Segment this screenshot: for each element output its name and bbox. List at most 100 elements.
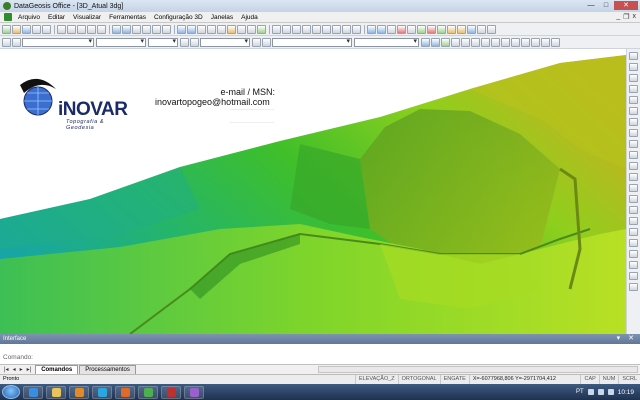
document-icon[interactable]: [4, 13, 12, 21]
image-icon[interactable]: [629, 283, 638, 291]
layer-previous-icon[interactable]: [190, 37, 199, 47]
volume-icon[interactable]: [597, 389, 604, 395]
array-icon[interactable]: [629, 107, 638, 115]
taskbar-media-player-icon[interactable]: [69, 385, 89, 399]
table-icon[interactable]: [177, 24, 186, 34]
menu-configuracao-3d[interactable]: Configuração 3D: [150, 14, 207, 21]
redo-icon[interactable]: [97, 24, 106, 34]
stretch-icon[interactable]: [629, 129, 638, 137]
move-icon[interactable]: [629, 52, 638, 60]
globe-icon[interactable]: [417, 24, 426, 34]
taskbar-autocad-icon[interactable]: [161, 385, 181, 399]
layer-state-icon[interactable]: [12, 37, 21, 47]
light-icon[interactable]: [531, 37, 540, 47]
last-tab-button[interactable]: ▸|: [27, 366, 32, 373]
cylinder-icon[interactable]: [501, 37, 510, 47]
offset-icon[interactable]: [629, 96, 638, 104]
dimension-icon[interactable]: [342, 24, 351, 34]
rectangle-icon[interactable]: [322, 24, 331, 34]
taskbar-skype-icon[interactable]: [92, 385, 112, 399]
view-front-icon[interactable]: [431, 37, 440, 47]
erase-icon[interactable]: [629, 206, 638, 214]
taskbar-file-explorer-icon[interactable]: [46, 385, 66, 399]
copy-object-icon[interactable]: [629, 63, 638, 71]
edit-text-icon[interactable]: [629, 239, 638, 247]
first-tab-button[interactable]: |◂: [4, 366, 9, 373]
doc-restore-button[interactable]: ❐: [623, 13, 629, 21]
menu-ajuda[interactable]: Ajuda: [237, 14, 262, 21]
match-properties-icon[interactable]: [180, 37, 189, 47]
tab-comandos[interactable]: Comandos: [35, 365, 79, 374]
survey-icon[interactable]: [457, 24, 466, 34]
undo-icon[interactable]: [87, 24, 96, 34]
new-file-icon[interactable]: [2, 24, 11, 34]
stop-icon[interactable]: [397, 24, 406, 34]
box-icon[interactable]: [481, 37, 490, 47]
close-button[interactable]: ✕: [614, 1, 638, 10]
linetype-select[interactable]: [148, 37, 178, 47]
measure-icon[interactable]: [352, 24, 361, 34]
print-icon[interactable]: [32, 24, 41, 34]
cone-icon[interactable]: [511, 37, 520, 47]
wireframe-icon[interactable]: [461, 37, 470, 47]
menu-ferramentas[interactable]: Ferramentas: [105, 14, 150, 21]
flag-icon[interactable]: [427, 24, 436, 34]
profile-icon[interactable]: [387, 24, 396, 34]
sphere-icon[interactable]: [491, 37, 500, 47]
open-folder-icon[interactable]: [12, 24, 21, 34]
report-icon[interactable]: [257, 24, 266, 34]
rotate-icon[interactable]: [629, 74, 638, 82]
status-elevation[interactable]: ELEVAÇÃO_Z: [354, 375, 398, 384]
pan-icon[interactable]: [152, 24, 161, 34]
orbit-icon[interactable]: [471, 37, 480, 47]
explode-icon[interactable]: [629, 195, 638, 203]
text-style-icon[interactable]: [252, 37, 261, 47]
copy-icon[interactable]: [67, 24, 76, 34]
trim-icon[interactable]: [629, 140, 638, 148]
gps-icon[interactable]: [447, 24, 456, 34]
export-icon[interactable]: [467, 24, 476, 34]
paste-icon[interactable]: [77, 24, 86, 34]
polyline-icon[interactable]: [292, 24, 301, 34]
language-indicator[interactable]: PT: [576, 389, 584, 395]
arc-icon[interactable]: [302, 24, 311, 34]
minimize-button[interactable]: —: [584, 1, 598, 10]
menu-arquivo[interactable]: Arquivo: [14, 14, 44, 21]
camera-icon[interactable]: [541, 37, 550, 47]
maximize-button[interactable]: □: [599, 1, 613, 10]
doc-close-button[interactable]: x: [633, 13, 637, 21]
status-snap[interactable]: ENGATE: [439, 375, 469, 384]
horizontal-scrollbar[interactable]: [318, 366, 638, 373]
cut-icon[interactable]: [57, 24, 66, 34]
view-iso-icon[interactable]: [441, 37, 450, 47]
circle-icon[interactable]: [312, 24, 321, 34]
surface-icon[interactable]: [377, 24, 386, 34]
break-icon[interactable]: [629, 162, 638, 170]
render-icon[interactable]: [521, 37, 530, 47]
hatch-icon[interactable]: [332, 24, 341, 34]
save-icon[interactable]: [22, 24, 31, 34]
help-icon[interactable]: [487, 24, 496, 34]
extend-icon[interactable]: [629, 151, 638, 159]
layers-icon[interactable]: [207, 24, 216, 34]
fillet-icon[interactable]: [629, 184, 638, 192]
layer-select[interactable]: [22, 37, 94, 47]
dim-style-icon[interactable]: [262, 37, 271, 47]
list-icon[interactable]: [197, 24, 206, 34]
command-area[interactable]: Comando:: [0, 344, 640, 365]
text-icon[interactable]: [272, 24, 281, 34]
edit-polyline-icon[interactable]: [629, 228, 638, 236]
mirror-icon[interactable]: [629, 85, 638, 93]
join-icon[interactable]: [629, 217, 638, 225]
layer-manager-icon[interactable]: [2, 37, 11, 47]
clock[interactable]: 10:19: [618, 389, 634, 396]
interface-panel-buttons[interactable]: ▾ ✕: [617, 334, 637, 344]
dim-style-select[interactable]: [354, 37, 419, 47]
terrain-icon[interactable]: [437, 24, 446, 34]
menu-visualizar[interactable]: Visualizar: [69, 14, 105, 21]
grid-icon[interactable]: [187, 24, 196, 34]
redraw-icon[interactable]: [162, 24, 171, 34]
pin-icon[interactable]: [551, 37, 560, 47]
block-icon[interactable]: [629, 250, 638, 258]
volume-icon[interactable]: [407, 24, 416, 34]
